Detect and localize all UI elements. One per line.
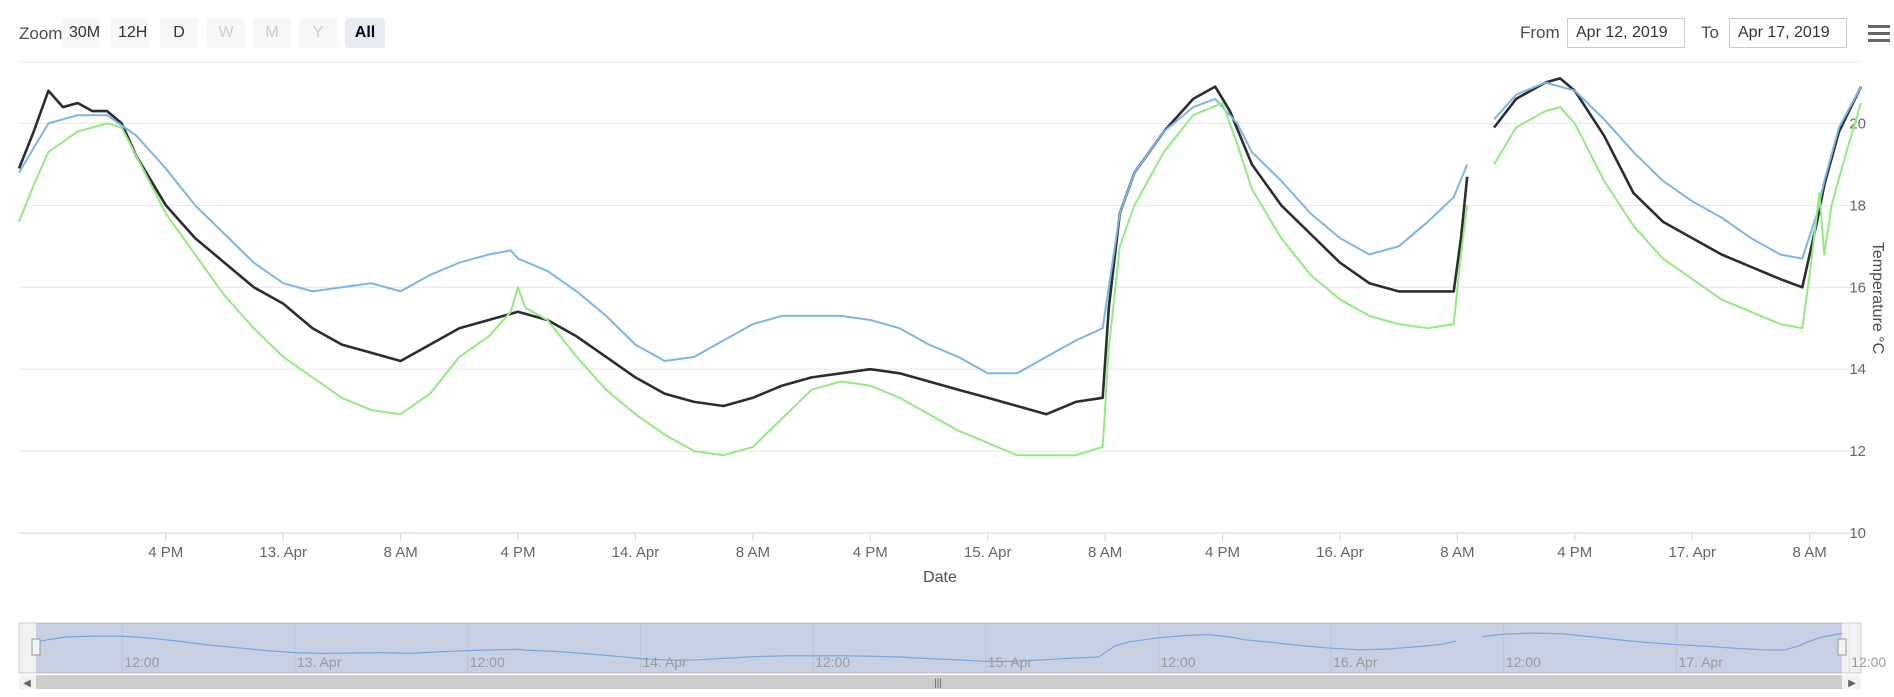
y-tick-label: 10: [1849, 525, 1866, 542]
x-tick-label: 15. Apr: [964, 544, 1012, 561]
navigator-right-handle[interactable]: [1837, 638, 1847, 656]
scroll-right-arrow-icon[interactable]: ▶: [1848, 678, 1856, 689]
navigator-label: 16. Apr: [1333, 654, 1378, 670]
navigator[interactable]: 12:00 13. Apr 12:00 14. Apr 12:00 15. Apr 12:0…: [18, 622, 1886, 674]
x-tick-label: 4 PM: [1557, 544, 1592, 561]
y-tick-label: 14: [1849, 361, 1866, 378]
scroll-left-arrow-icon[interactable]: ◀: [23, 678, 31, 689]
series-line-1: [18, 81, 1862, 375]
y-axis-title: Temperature °C: [1869, 242, 1886, 354]
navigator-label: 12:00: [470, 654, 505, 670]
scrollbar[interactable]: ◀ ▶ |||: [19, 675, 1861, 689]
navigator-label: 12:00: [1851, 654, 1886, 670]
navigator-label: 12:00: [815, 654, 850, 670]
x-tick-label: 17. Apr: [1668, 544, 1716, 561]
series-lines: [17, 77, 1863, 457]
navigator-left-handle[interactable]: [31, 638, 41, 656]
series-line-0: [17, 77, 1863, 416]
x-tick-label: 4 PM: [1205, 544, 1240, 561]
navigator-label: 13. Apr: [297, 654, 342, 670]
x-tick-label: 8 AM: [1793, 544, 1827, 561]
x-axis-title: Date: [923, 569, 957, 586]
grid-lines: [19, 61, 1861, 452]
series-line-2: [18, 102, 1862, 457]
x-tick-label: 14. Apr: [612, 544, 660, 561]
y-tick-label: 18: [1849, 197, 1866, 214]
y-tick-label: 12: [1849, 443, 1866, 460]
navigator-label: 14. Apr: [642, 654, 687, 670]
y-tick-label: 20: [1849, 115, 1866, 132]
x-tick-label: 8 AM: [384, 544, 418, 561]
temperature-chart: 4 PM 13. Apr 8 AM 4 PM 14. Apr 8 AM 4 PM 15. Ap…: [17, 61, 1886, 689]
scrollbar-grip-icon[interactable]: |||: [934, 678, 942, 689]
x-tick-label: 8 AM: [736, 544, 770, 561]
navigator-label: 17. Apr: [1679, 654, 1724, 670]
x-tick-label: 4 PM: [853, 544, 888, 561]
x-tick-label: 13. Apr: [259, 544, 307, 561]
navigator-label: 12:00: [124, 654, 159, 670]
x-tick-label: 8 AM: [1440, 544, 1474, 561]
y-tick-label: 16: [1849, 279, 1866, 296]
navigator-label: 15. Apr: [988, 654, 1033, 670]
x-tick-label: 4 PM: [148, 544, 183, 561]
navigator-label: 12:00: [1160, 654, 1195, 670]
x-tick-label: 16. Apr: [1316, 544, 1364, 561]
navigator-label: 12:00: [1506, 654, 1541, 670]
x-tick-label: 4 PM: [501, 544, 536, 561]
x-axis-ticks: 4 PM 13. Apr 8 AM 4 PM 14. Apr 8 AM 4 PM 15. Ap…: [148, 533, 1827, 561]
x-tick-label: 8 AM: [1088, 544, 1122, 561]
y-axis-ticks: 10 12 14 16 18 20: [1849, 115, 1866, 542]
